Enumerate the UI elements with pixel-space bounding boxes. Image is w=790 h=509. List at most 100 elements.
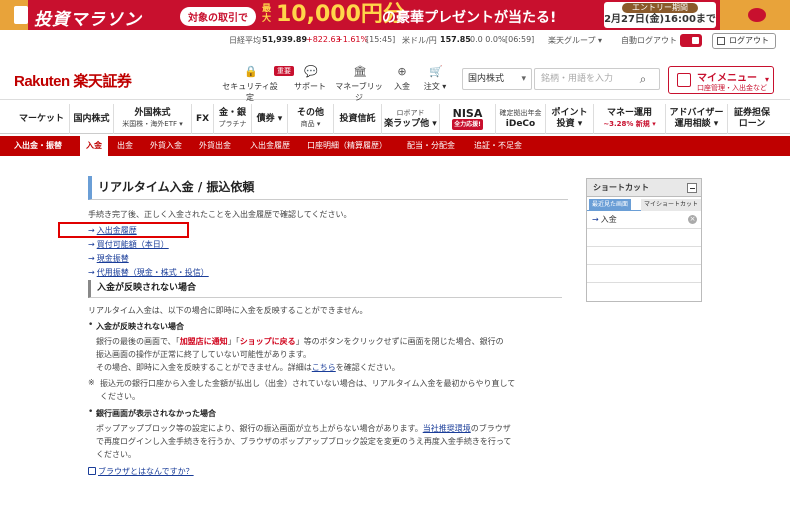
mymenu-icon — [677, 73, 691, 87]
case2-title: 銀行画面が表示されなかった場合 — [96, 409, 216, 418]
case1-line2: 振込画面の操作が正常に終了していない可能性があります。 — [96, 350, 311, 359]
autologout-toggle[interactable] — [680, 34, 702, 47]
bank-icon: 🏛 — [353, 65, 367, 78]
browser-help-link[interactable]: ブラウザとはなんですか？ — [88, 466, 194, 477]
banner-entry-box: エントリー期間 2月27日(金)16:00まで — [604, 2, 716, 28]
subnav-withdraw[interactable]: 出金 — [117, 136, 133, 156]
nikkei-pct: +1.61% — [336, 35, 369, 44]
usd-change: 0.0 0.0% — [470, 35, 506, 44]
nav-other[interactable]: その他 商品 ▾ — [288, 104, 334, 134]
subnav-statement[interactable]: 口座明細（精算履歴） — [307, 136, 387, 156]
intro-text: 手続き完了後、正しく入金されたことを入出金履歴で確認してください。 — [88, 210, 352, 219]
subnav-fx-deposit[interactable]: 外貨入金 — [150, 136, 182, 156]
group-menu[interactable]: 楽天グループ ▾ — [548, 35, 602, 46]
support-button[interactable]: 💬 サポート — [290, 66, 330, 92]
money-bridge-button[interactable]: 🏛 マネーブリッジ — [332, 66, 386, 103]
support-label: サポート — [294, 82, 326, 91]
market-select[interactable]: 国内株式 — [462, 68, 532, 90]
banner-max-label: 最大 — [262, 4, 272, 24]
nav-fund[interactable]: 投資信託 — [334, 104, 382, 134]
promo-banner[interactable]: 投資マラソン 対象の取引で 最大 10,000円分 の豪華プレゼントが当たる! … — [0, 0, 790, 30]
nav-point[interactable]: ポイント 投資 ▾ — [546, 104, 594, 134]
subnav-dividend[interactable]: 配当・分配金 — [407, 136, 455, 156]
case1-line3: その場合、即時に入金を反映することができません。詳細はこちらを確認ください。 — [96, 363, 400, 372]
link-buying-power[interactable]: → 買付可能額（本日） — [88, 239, 169, 250]
mymenu-button[interactable]: マイメニュー 口座管理・入出金など ▾ — [668, 66, 774, 94]
order-button[interactable]: 🛒 注文 ▾ — [420, 66, 450, 92]
mymenu-title: マイメニュー — [697, 73, 757, 84]
rakuten-logo[interactable]: Rakuten 楽天証券 — [14, 70, 132, 91]
sub-nav: 入出金・振替 入金 出金 外貨入金 外貨出金 入出金履歴 口座明細（精算履歴） … — [0, 136, 790, 156]
highlight-box — [58, 222, 189, 238]
subnav-deposit[interactable]: 入金 — [80, 136, 108, 156]
usd-label: 米ドル/円 — [402, 36, 437, 45]
nav-loan[interactable]: 証券担保 ローン — [728, 104, 776, 134]
banner-pill: 対象の取引で — [180, 7, 256, 26]
autologout-label: 自動ログアウト — [621, 36, 677, 45]
shortcut-empty-row — [587, 229, 701, 247]
nav-bond[interactable]: 債券 ▾ — [252, 104, 288, 134]
shortcut-empty-row — [587, 247, 701, 265]
section-intro: リアルタイム入金は、以下の場合に即時に入金を反映することができません。 — [88, 306, 368, 315]
nav-foreign-stock[interactable]: 外国株式 米国株・海外ETF ▾ — [114, 104, 192, 134]
link-cash-transfer[interactable]: → 現金振替 — [88, 253, 129, 264]
security-label: セキュリティ設定 — [222, 82, 278, 102]
banner-title: 投資マラソン — [34, 10, 142, 30]
nav-money[interactable]: マネー運用 ~3.28% 新規 ▾ — [594, 104, 666, 134]
details-link[interactable]: こちら — [312, 363, 336, 372]
entry-date: 2月27日(金)16:00まで — [604, 14, 716, 25]
note-line2: ください。 — [100, 392, 140, 401]
banner-decoration-right — [720, 0, 790, 30]
shortcut-panel: ショートカット 最近見た画面 マイショートカット → 入金 × — [586, 178, 702, 302]
nav-robo[interactable]: ロボアド 楽ラップ他 ▾ — [382, 104, 440, 134]
subnav-history[interactable]: 入出金履歴 — [250, 136, 290, 156]
note-mark: ※ — [88, 378, 95, 387]
bridge-label: マネーブリッジ — [335, 82, 383, 102]
entry-label: エントリー期間 — [622, 3, 698, 13]
cart-icon: 🛒 — [429, 65, 443, 78]
shortcut-tabs: 最近見た画面 マイショートカット — [587, 197, 701, 211]
nikkei-value: 51,939.89 — [262, 35, 308, 44]
market-ticker: 日経平均 51,939.89 +822.63 +1.61% [15:45] 米ド… — [0, 35, 790, 49]
shortcut-item-deposit[interactable]: → 入金 × — [587, 211, 701, 229]
tab-recent[interactable]: 最近見た画面 — [589, 199, 632, 211]
section-heading: 入金が反映されない場合 — [88, 280, 562, 298]
nav-advisor[interactable]: アドバイザー 運用相談 ▾ — [666, 104, 728, 134]
search-icon[interactable]: ⌕ — [634, 71, 652, 87]
close-icon[interactable]: × — [688, 215, 697, 224]
nav-nisa[interactable]: NISA 全力応援! — [440, 104, 496, 134]
banner-text: の豪華プレゼントが当たる! — [382, 10, 557, 26]
page-title: リアルタイム入金 / 振込依頼 — [88, 176, 568, 200]
nav-fx[interactable]: FX — [192, 104, 214, 134]
nav-domestic-stock[interactable]: 国内株式 — [70, 104, 114, 134]
global-nav: マーケット 国内株式 外国株式 米国株・海外ETF ▾ FX 金・銀 プラチナ 債券… — [0, 104, 790, 134]
case1-title: 入金が反映されない場合 — [96, 322, 184, 331]
mymenu-sub: 口座管理・入出金など — [697, 84, 767, 92]
recommended-env-link[interactable]: 当社推奨環境 — [423, 424, 471, 433]
case1-line1: 銀行の最後の画面で、「加盟店に通知」「ショップに戻る」等のボタンをクリックせずに… — [96, 337, 504, 346]
logout-button[interactable]: ログアウト — [712, 33, 776, 49]
nav-market[interactable]: マーケット — [14, 104, 70, 134]
logout-icon — [717, 37, 725, 45]
nav-ideco[interactable]: 確定拠出年金 iDeCo — [496, 104, 546, 134]
usd-time: [06:59] — [505, 35, 535, 44]
bird-icon — [748, 8, 766, 22]
chevron-down-icon: ▾ — [764, 75, 769, 84]
help-icon — [88, 467, 96, 475]
lock-icon: 🔒 — [244, 65, 258, 78]
nav-gold[interactable]: 金・銀 プラチナ — [214, 104, 252, 134]
logout-label: ログアウト — [729, 36, 769, 45]
note-line1: 振込元の銀行口座から入金した金額が払出し（出金）されていない場合は、リアルタイム… — [100, 379, 516, 388]
subnav-fx-withdraw[interactable]: 外貨出金 — [199, 136, 231, 156]
tab-my-shortcut[interactable]: マイショートカット — [641, 199, 701, 211]
link-collateral-transfer[interactable]: → 代用振替（現金・株式・投信） — [88, 267, 209, 278]
security-settings-button[interactable]: 🔒 セキュリティ設定 — [220, 66, 280, 103]
subnav-head[interactable]: 入出金・振替 — [14, 136, 62, 156]
banner-mascot-icon — [14, 6, 28, 24]
deposit-button[interactable]: ⊕ 入金 — [390, 66, 414, 92]
minimize-icon[interactable] — [687, 183, 697, 193]
shortcut-header: ショートカット — [587, 179, 701, 197]
deposit-label: 入金 — [394, 82, 410, 91]
nikkei-time: [15:45] — [366, 35, 396, 44]
subnav-margin[interactable]: 追証・不足金 — [474, 136, 522, 156]
